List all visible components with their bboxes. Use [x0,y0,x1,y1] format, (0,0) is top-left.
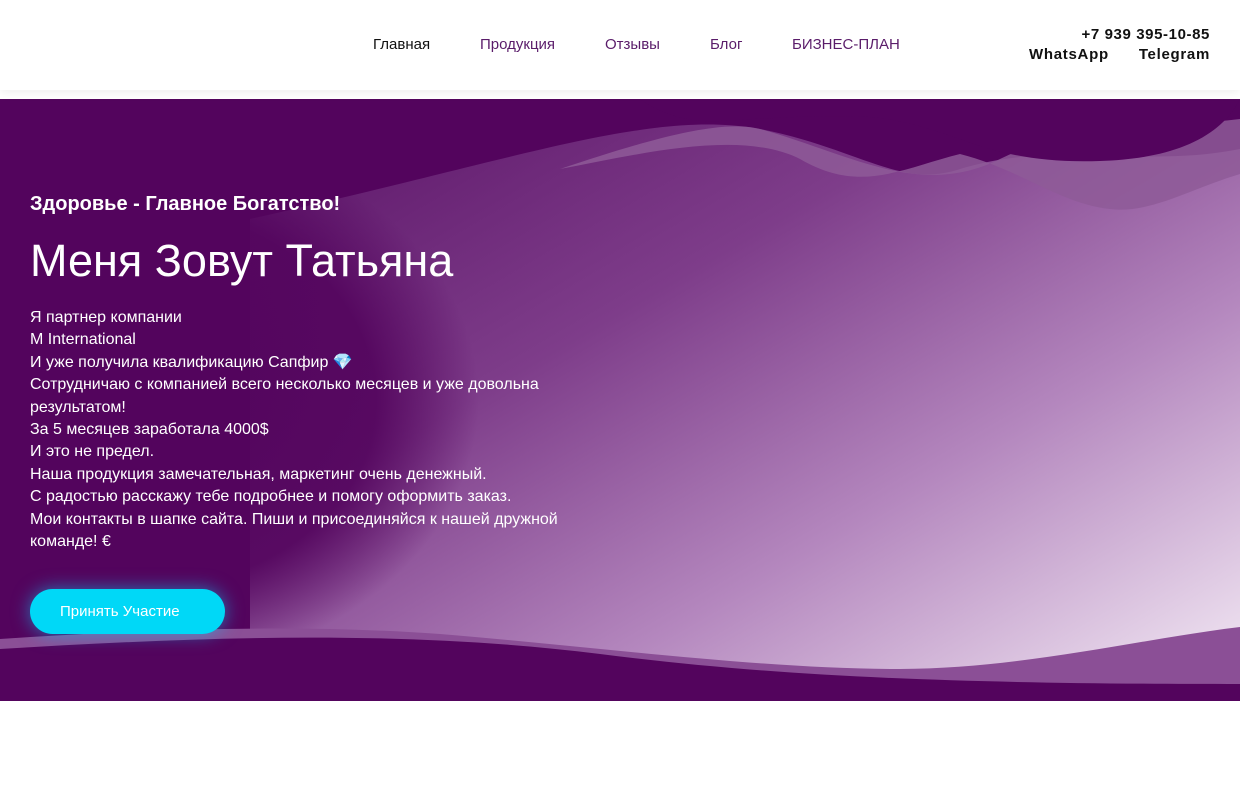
hero-subtitle: Здоровье - Главное Богатство! [30,193,341,215]
nav-link-blog[interactable]: Блог [710,35,742,55]
description-line: Мои контакты в шапке сайта. Пиши и присо… [30,510,558,551]
participate-button[interactable]: Принять Участие [30,589,225,634]
description-line: И это не предел. [30,443,155,461]
description-line: Наша продукция замечательная, маркетинг … [30,465,487,483]
header-contacts: +7 939 395-10-85 WhatsApp Telegram [1029,25,1210,65]
description-line: За 5 месяцев заработала 4000$ [30,421,269,439]
description-line: M International [30,331,136,349]
phone-link[interactable]: +7 939 395-10-85 [1029,25,1210,45]
description-line: Я партнер компании [30,309,182,326]
description-line: Сотрудничаю с компанией всего несколько … [30,376,539,416]
site-header: Главная Продукция Отзывы Блог БИЗНЕС-ПЛА… [0,0,1240,90]
hero-description: Я партнер компании M International И уже… [30,307,590,553]
nav-link-home[interactable]: Главная [373,35,430,55]
hero-title: Меня Зовут Татьяна [30,235,454,286]
description-line: С радостью расскажу тебе подробнее и пом… [30,488,512,506]
whatsapp-link[interactable]: WhatsApp [1029,46,1109,63]
nav-link-business-plan[interactable]: БИЗНЕС-ПЛАН [792,35,900,55]
nav-link-reviews[interactable]: Отзывы [605,35,660,55]
hero-section: Здоровье - Главное Богатство! Меня Зовут… [0,99,1240,701]
nav-link-products[interactable]: Продукция [480,35,555,55]
messenger-links: WhatsApp Telegram [1029,45,1210,65]
description-line: И уже получила квалификацию Сапфир 💎 [30,353,353,371]
telegram-link[interactable]: Telegram [1139,46,1210,63]
